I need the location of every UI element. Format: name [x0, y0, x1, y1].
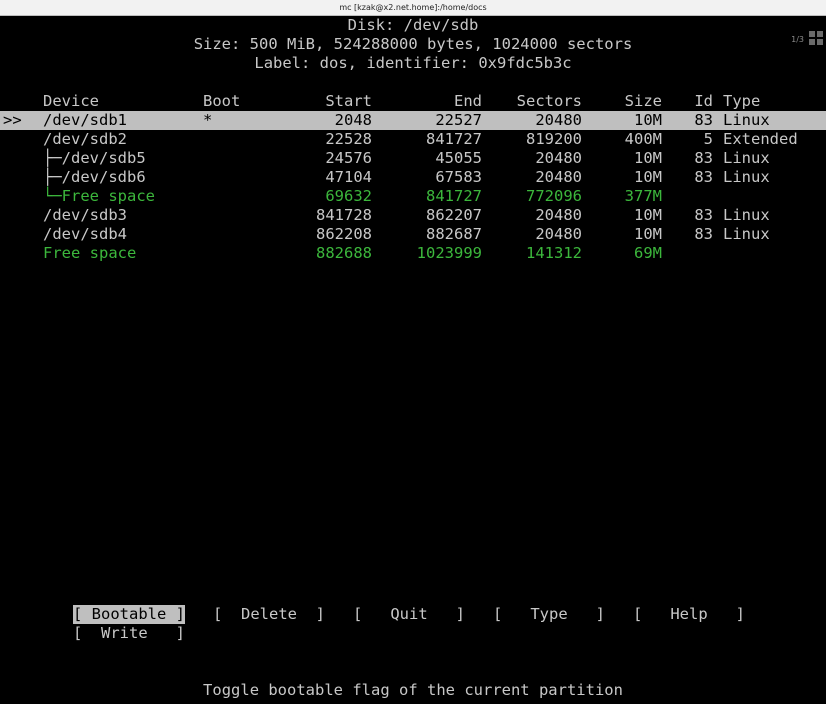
cell-device: /dev/sdb3 [43, 206, 127, 224]
cell-start: 862208 [316, 225, 372, 243]
header-sectors: Sectors [516, 92, 582, 110]
cell-end: 67583 [435, 168, 482, 186]
header-size: Size [624, 92, 662, 110]
cell-start: 882688 [316, 244, 372, 262]
cell-size: 10M [634, 206, 662, 224]
cell-size: 10M [634, 149, 662, 167]
cell-size: 69M [634, 244, 662, 262]
cell-sectors: 819200 [526, 130, 582, 148]
cell-type: Linux [723, 168, 770, 186]
header-start: Start [325, 92, 372, 110]
cell-id: 5 [703, 130, 713, 148]
cell-end: 862207 [426, 206, 482, 224]
cell-id: 83 [694, 225, 713, 243]
cell-id: 83 [694, 206, 713, 224]
cell-sectors: 20480 [535, 111, 582, 129]
cell-id: 83 [694, 149, 713, 167]
cell-type: Linux [723, 149, 770, 167]
table-row[interactable]: >> /dev/sdb1 * 2048 22527 20480 10M 83 Linux [0, 111, 826, 130]
cell-start: 22528 [325, 130, 372, 148]
cell-end: 841727 [426, 130, 482, 148]
quit-button[interactable]: [ Quit ] [353, 605, 465, 624]
cell-size: 377M [624, 187, 662, 205]
cell-start: 47104 [325, 168, 372, 186]
disk-name: Disk: /dev/sdb [347, 16, 479, 34]
cell-size: 10M [634, 168, 662, 186]
table-row[interactable]: /dev/sdb4 862208 882687 20480 10M 83 Linux [0, 225, 826, 244]
delete-button[interactable]: [ Delete ] [213, 605, 325, 624]
cell-sectors: 20480 [535, 225, 582, 243]
cell-size: 400M [624, 130, 662, 148]
cell-size: 10M [634, 225, 662, 243]
write-button[interactable]: [ Write ] [73, 624, 185, 643]
table-row[interactable]: ├─/dev/sdb5 24576 45055 20480 10M 83 Linux [0, 149, 826, 168]
cell-size: 10M [634, 111, 662, 129]
window-title-bar[interactable]: mc [kzak@x2.net.home]:/home/docs [0, 0, 826, 16]
cell-start: 2048 [334, 111, 372, 129]
cell-sectors: 20480 [535, 168, 582, 186]
cell-device: /dev/sdb1 [43, 111, 127, 129]
disk-label: Label: dos, identifier: 0x9fdc5b3c [254, 54, 572, 72]
cell-start: 841728 [316, 206, 372, 224]
header-end: End [454, 92, 482, 110]
terminal[interactable]: 1/3 Disk: /dev/sdb Size: 500 MiB, 524288… [0, 16, 826, 704]
cell-end: 22527 [435, 111, 482, 129]
cell-end: 882687 [426, 225, 482, 243]
type-button[interactable]: [ Type ] [493, 605, 605, 624]
cell-boot: * [203, 111, 213, 129]
table-row[interactable]: /dev/sdb3 841728 862207 20480 10M 83 Linux [0, 206, 826, 225]
cell-type: Linux [723, 206, 770, 224]
cell-device: ├─/dev/sdb6 [43, 168, 146, 186]
table-row[interactable]: ├─/dev/sdb6 47104 67583 20480 10M 83 Linux [0, 168, 826, 187]
cell-device: /dev/sdb4 [43, 225, 127, 243]
cell-sectors: 141312 [526, 244, 582, 262]
cell-id: 83 [694, 168, 713, 186]
window-title: mc [kzak@x2.net.home]:/home/docs [339, 3, 487, 12]
cell-sectors: 20480 [535, 149, 582, 167]
cell-end: 45055 [435, 149, 482, 167]
cell-start: 69632 [325, 187, 372, 205]
bootable-button[interactable]: [ Bootable ] [73, 605, 185, 624]
help-button[interactable]: [ Help ] [633, 605, 745, 624]
table-row[interactable]: └─Free space 69632 841727 772096 377M [0, 187, 826, 206]
header-type: Type [723, 92, 761, 110]
cell-device: └─Free space [43, 187, 155, 205]
disk-size: Size: 500 MiB, 524288000 bytes, 1024000 … [193, 35, 633, 53]
cell-device: Free space [43, 244, 137, 262]
cell-device: ├─/dev/sdb5 [43, 149, 146, 167]
table-row[interactable]: /dev/sdb2 22528 841727 819200 400M 5 Extended [0, 130, 826, 149]
cell-sectors: 20480 [535, 206, 582, 224]
cell-end: 1023999 [416, 244, 482, 262]
cell-end: 841727 [426, 187, 482, 205]
cell-sectors: 772096 [526, 187, 582, 205]
table-row[interactable]: Free space 882688 1023999 141312 69M [0, 244, 826, 263]
cell-type: Linux [723, 111, 770, 129]
cell-id: 83 [694, 111, 713, 129]
header-id: Id [694, 92, 713, 110]
header-boot: Boot [203, 92, 241, 110]
cell-start: 24576 [325, 149, 372, 167]
table-header: Device Boot Start End Sectors Size Id Ty… [0, 92, 826, 111]
cell-type: Extended [723, 130, 798, 148]
cell-type: Linux [723, 225, 770, 243]
status-hint: Toggle bootable flag of the current part… [203, 681, 623, 699]
cell-device: /dev/sdb2 [43, 130, 127, 148]
row-cursor: >> [3, 111, 22, 129]
header-device: Device [43, 92, 99, 110]
